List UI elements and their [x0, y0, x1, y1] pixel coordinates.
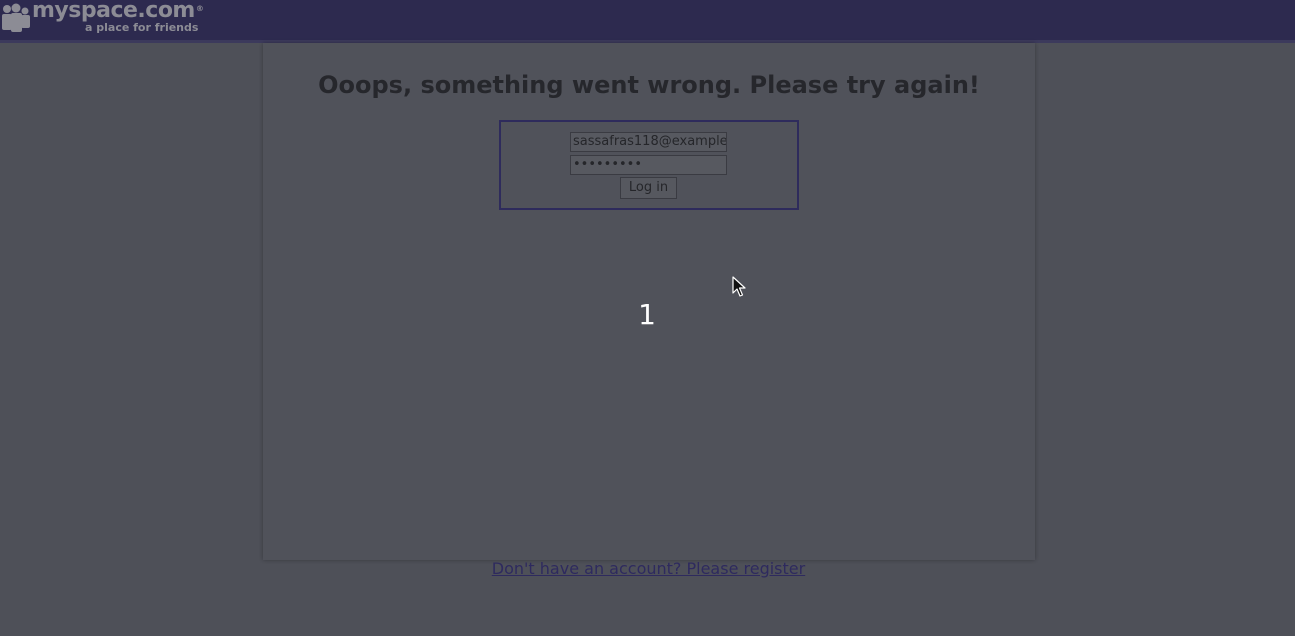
login-button[interactable]: Log in [620, 177, 677, 199]
counter-text: 1 [638, 298, 656, 331]
top-bar: myspace.com® a place for friends [0, 0, 1295, 43]
email-field[interactable]: sassafras118@example.com [570, 132, 727, 152]
myspace-logo[interactable]: myspace.com® a place for friends [0, 0, 210, 40]
main-panel: Ooops, something went wrong. Please try … [263, 43, 1035, 560]
logo-text: myspace.com® [32, 0, 204, 23]
myspace-people-icon [2, 3, 30, 32]
register-link[interactable]: Don't have an account? Please register [0, 559, 1295, 578]
logo-tagline: a place for friends [85, 21, 199, 34]
error-heading: Ooops, something went wrong. Please try … [318, 71, 980, 99]
login-form: sassafras118@example.com ••••••••• Log i… [499, 120, 799, 210]
password-field[interactable]: ••••••••• [570, 155, 727, 175]
mouse-pointer-icon [732, 276, 746, 297]
